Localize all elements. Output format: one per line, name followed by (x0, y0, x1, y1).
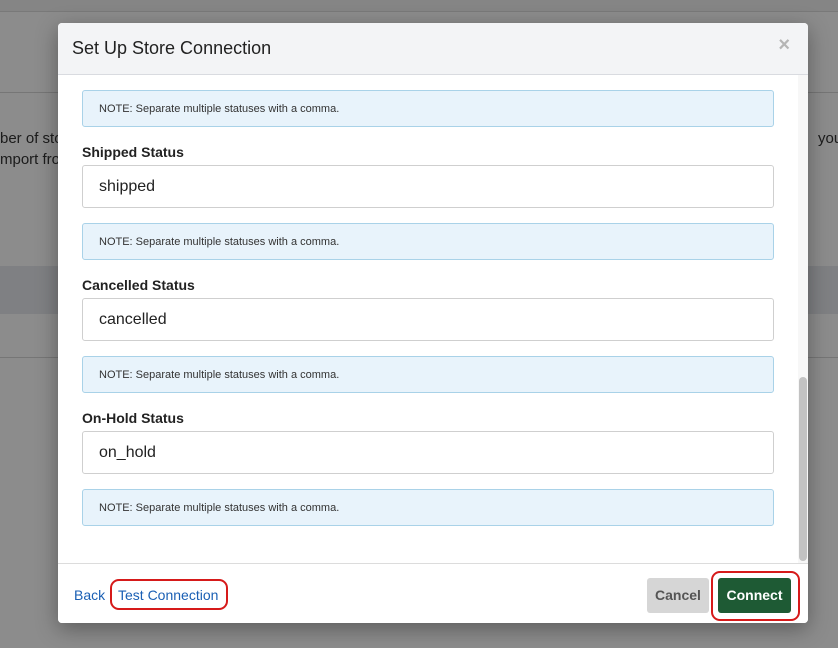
close-icon[interactable]: × (778, 34, 790, 57)
modal-footer: Back Test Connection Cancel Connect (58, 563, 808, 623)
cancelled-status-label: Cancelled Status (82, 277, 195, 293)
scrollbar-thumb[interactable] (799, 377, 807, 561)
store-connection-modal: Set Up Store Connection × NOTE: Separate… (58, 23, 808, 623)
modal-header: Set Up Store Connection × (58, 23, 808, 75)
on-hold-status-label: On-Hold Status (82, 410, 184, 426)
cancelled-status-input[interactable] (82, 298, 774, 341)
status-note: NOTE: Separate multiple statuses with a … (82, 90, 774, 127)
shipped-status-input[interactable] (82, 165, 774, 208)
connect-button[interactable]: Connect (718, 578, 791, 613)
status-note: NOTE: Separate multiple statuses with a … (82, 489, 774, 526)
shipped-status-label: Shipped Status (82, 144, 184, 160)
back-link[interactable]: Back (74, 587, 105, 603)
status-note: NOTE: Separate multiple statuses with a … (82, 223, 774, 260)
on-hold-status-input[interactable] (82, 431, 774, 474)
modal-body: NOTE: Separate multiple statuses with a … (58, 75, 808, 563)
modal-title: Set Up Store Connection (72, 38, 272, 58)
cancel-button[interactable]: Cancel (647, 578, 709, 613)
test-connection-link[interactable]: Test Connection (110, 579, 228, 610)
scrollbar-track[interactable] (798, 75, 808, 563)
status-note: NOTE: Separate multiple statuses with a … (82, 356, 774, 393)
